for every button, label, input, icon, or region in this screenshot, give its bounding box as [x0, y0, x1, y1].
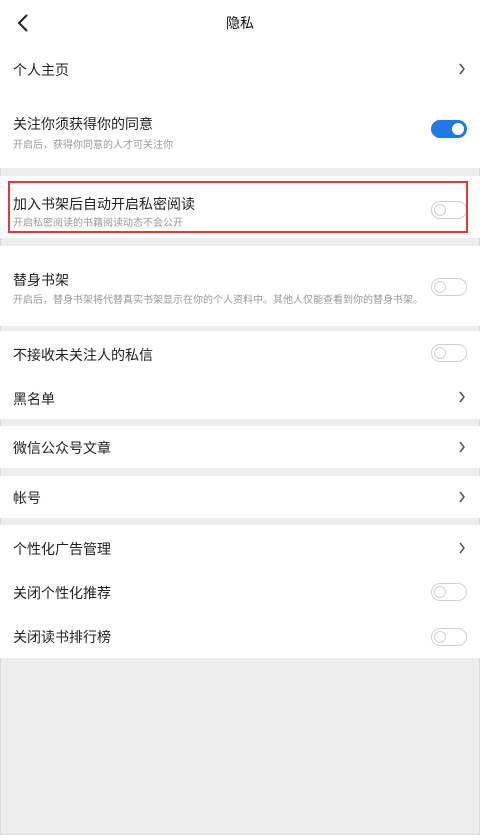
row-wechat-articles[interactable]: 微信公众号文章 — [0, 426, 480, 468]
personalized-recommend-label: 关闭个性化推荐 — [13, 586, 111, 602]
follow-consent-desc: 开启后，获得你同意的人才可关注你 — [13, 140, 173, 151]
section-personalization: 个性化广告管理 关闭个性化推荐 关闭读书排行榜 — [0, 525, 480, 658]
section-account: 帐号 — [0, 476, 480, 518]
profile-label: 个人主页 — [13, 63, 69, 79]
blacklist-label: 黑名单 — [13, 392, 55, 408]
block-messages-toggle[interactable] — [431, 344, 467, 362]
follow-consent-toggle[interactable] — [431, 120, 467, 138]
row-ad-management[interactable]: 个性化广告管理 — [0, 525, 480, 569]
row-follow-consent: 关注你须获得你的同意 开启后，获得你同意的人才可关注你 — [0, 92, 480, 168]
row-private-reading: 加入书架后自动开启私密阅读 开启私密阅读的书籍阅读动态不会公开 — [0, 176, 480, 238]
ad-management-label: 个性化广告管理 — [13, 542, 111, 558]
row-blacklist[interactable]: 黑名单 — [0, 375, 480, 419]
row-account[interactable]: 帐号 — [0, 476, 480, 518]
proxy-shelf-label: 替身书架 — [13, 273, 69, 289]
chevron-right-icon — [459, 441, 465, 453]
account-label: 帐号 — [13, 491, 41, 507]
toggle-knob — [434, 586, 446, 598]
proxy-shelf-toggle[interactable] — [431, 278, 467, 296]
toggle-knob — [452, 123, 464, 135]
chevron-right-icon — [459, 391, 465, 403]
toggle-knob — [434, 281, 446, 293]
row-block-messages: 不接收未关注人的私信 — [0, 331, 480, 375]
row-personalized-recommend: 关闭个性化推荐 — [0, 569, 480, 614]
page-title: 隐私 — [226, 16, 254, 32]
section-proxy-shelf: 替身书架 开启后，替身书架将代替真实书架显示在你的个人资料中。其他人仅能查看到你… — [0, 246, 480, 326]
section-wechat: 微信公众号文章 — [0, 426, 480, 468]
wechat-articles-label: 微信公众号文章 — [13, 441, 111, 457]
section-private-reading: 加入书架后自动开启私密阅读 开启私密阅读的书籍阅读动态不会公开 — [0, 176, 480, 238]
personalized-recommend-toggle[interactable] — [431, 583, 467, 601]
private-reading-desc: 开启私密阅读的书籍阅读动态不会公开 — [13, 218, 183, 229]
follow-consent-label: 关注你须获得你的同意 — [13, 117, 153, 133]
row-proxy-shelf: 替身书架 开启后，替身书架将代替真实书架显示在你的个人资料中。其他人仅能查看到你… — [0, 246, 480, 326]
section-profile: 个人主页 关注你须获得你的同意 开启后，获得你同意的人才可关注你 — [0, 46, 480, 168]
private-reading-label: 加入书架后自动开启私密阅读 — [13, 197, 195, 213]
row-reading-rank: 关闭读书排行榜 — [0, 614, 480, 658]
toggle-knob — [434, 347, 446, 359]
row-profile[interactable]: 个人主页 — [0, 46, 480, 92]
reading-rank-toggle[interactable] — [431, 628, 467, 646]
nav-bar: 隐私 — [0, 0, 480, 46]
section-messages: 不接收未关注人的私信 黑名单 — [0, 331, 480, 419]
chevron-right-icon — [459, 542, 465, 554]
proxy-shelf-desc: 开启后，替身书架将代替真实书架显示在你的个人资料中。其他人仅能查看到你的替身书架… — [13, 295, 423, 306]
chevron-right-icon — [459, 491, 465, 503]
toggle-knob — [434, 204, 446, 216]
block-messages-label: 不接收未关注人的私信 — [13, 348, 153, 364]
private-reading-toggle[interactable] — [431, 201, 467, 219]
chevron-right-icon — [459, 63, 465, 75]
toggle-knob — [434, 631, 446, 643]
reading-rank-label: 关闭读书排行榜 — [13, 630, 111, 646]
